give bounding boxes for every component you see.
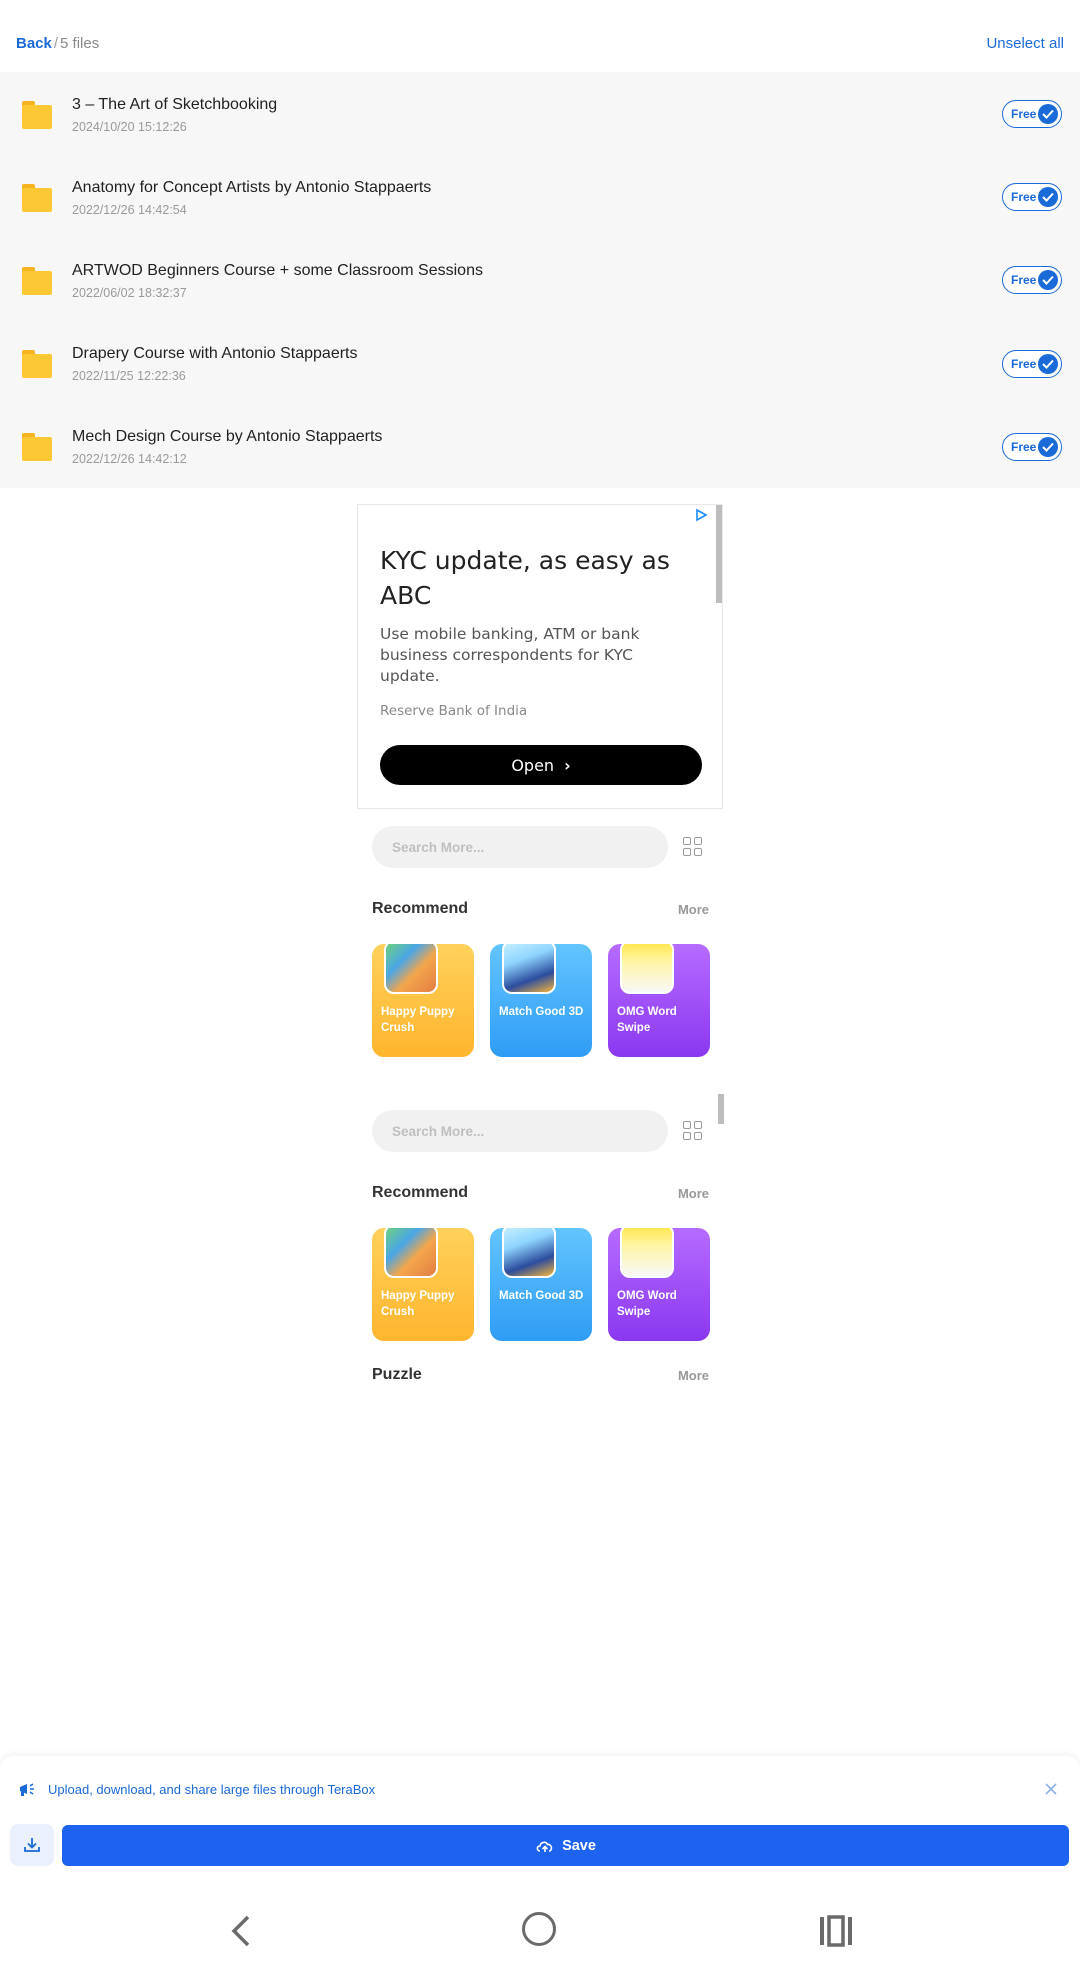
game-thumbnail [620, 944, 674, 994]
puzzle-more-link[interactable]: More [678, 1368, 709, 1383]
file-row[interactable]: Anatomy for Concept Artists by Antonio S… [0, 155, 1080, 238]
check-icon [1038, 436, 1058, 457]
recommend-more-link[interactable]: More [678, 902, 709, 917]
unselect-all-button[interactable]: Unselect all [986, 35, 1064, 52]
free-label: Free [1011, 190, 1037, 205]
breadcrumb-separator: / [53, 34, 59, 52]
game-thumbnail [502, 1228, 556, 1278]
free-select-badge[interactable]: Free [1002, 432, 1062, 461]
recommend-title: Recommend [372, 900, 469, 917]
free-select-badge[interactable]: Free [1002, 100, 1062, 128]
ad-scrollbar[interactable] [716, 505, 722, 603]
file-name: Mech Design Course by Antonio Stappaerts [72, 428, 383, 446]
game-name: Happy Puppy Crush [381, 1006, 455, 1034]
game-card[interactable]: Happy Puppy Crush [372, 944, 474, 1057]
game-card[interactable]: OMG Word Swipe [608, 1228, 710, 1341]
game-name: Happy Puppy Crush [381, 1290, 455, 1318]
download-button[interactable] [10, 1824, 54, 1866]
file-name: Anatomy for Concept Artists by Antonio S… [72, 178, 432, 196]
folder-icon [22, 266, 52, 295]
folder-icon [22, 350, 52, 379]
folder-icon [22, 433, 52, 462]
game-search-input[interactable]: Search More... [372, 826, 668, 868]
file-date: 2024/10/20 15:12:26 [72, 119, 187, 134]
game-search-input[interactable]: Search More... [372, 1110, 668, 1152]
file-name: ARTWOD Beginners Course + some Classroom… [72, 261, 483, 279]
grid-icon[interactable] [683, 1121, 703, 1141]
close-icon[interactable] [1044, 1782, 1058, 1796]
ad-open-button[interactable]: Open › [380, 745, 702, 785]
game-card[interactable]: Match Good 3D [490, 944, 592, 1057]
megaphone-icon [20, 1783, 34, 1796]
game-thumbnail [502, 944, 556, 994]
file-count: 5 files [60, 34, 100, 52]
nav-back-icon[interactable] [228, 1914, 254, 1953]
game-card[interactable]: Happy Puppy Crush [372, 1228, 474, 1341]
game-name: Match Good 3D [499, 1290, 584, 1302]
game-name: OMG Word Swipe [617, 1290, 677, 1318]
file-name: Drapery Course with Antonio Stappaerts [72, 345, 358, 363]
game-card[interactable]: OMG Word Swipe [608, 944, 710, 1057]
nav-home-icon[interactable] [522, 1912, 556, 1946]
bottom-action-panel: Upload, download, and share large files … [0, 1756, 1080, 1880]
save-label: Save [562, 1837, 596, 1854]
grid-icon[interactable] [683, 837, 703, 857]
folder-icon [22, 100, 52, 129]
file-name: 3 – The Art of Sketchbooking [72, 95, 278, 113]
ad-open-label: Open [511, 755, 555, 775]
free-label: Free [1011, 107, 1037, 121]
promo-banner[interactable]: Upload, download, and share large files … [18, 1780, 375, 1798]
ad-card[interactable]: KYC update, as easy as ABC Use mobile ba… [357, 504, 723, 809]
file-date: 2022/06/02 18:32:37 [72, 285, 187, 300]
widget-scrollbar[interactable] [718, 1094, 724, 1124]
free-label: Free [1011, 439, 1037, 454]
free-select-badge[interactable]: Free [1002, 266, 1062, 295]
file-row[interactable]: ARTWOD Beginners Course + some Classroom… [0, 238, 1080, 321]
game-thumbnail [384, 1228, 438, 1278]
file-row[interactable]: Drapery Course with Antonio Stappaerts 2… [0, 322, 1080, 405]
recommend-more-link[interactable]: More [678, 1186, 709, 1201]
game-thumbnail [384, 944, 438, 994]
cloud-upload-icon [536, 1841, 553, 1852]
game-thumbnail [620, 1228, 674, 1278]
ad-body: Use mobile banking, ATM or bank business… [380, 625, 640, 685]
recommend-title: Recommend [372, 1184, 469, 1201]
check-icon [1038, 353, 1058, 374]
game-card[interactable]: Match Good 3D [490, 1228, 592, 1341]
free-select-badge[interactable]: Free [1002, 349, 1062, 378]
check-icon [1038, 187, 1058, 208]
download-icon [24, 1838, 40, 1852]
ad-choices-icon[interactable] [694, 508, 708, 527]
breadcrumb: Back / 5 files [16, 35, 99, 52]
file-row[interactable]: 3 – The Art of Sketchbooking 2024/10/20 … [0, 72, 1080, 155]
folder-icon [22, 183, 52, 212]
nav-recents-icon[interactable] [818, 1914, 854, 1953]
check-icon [1038, 270, 1058, 291]
save-button[interactable]: Save [62, 1825, 1069, 1866]
file-date: 2022/12/26 14:42:54 [72, 202, 187, 217]
free-label: Free [1011, 273, 1037, 288]
game-name: Match Good 3D [499, 1006, 584, 1018]
system-nav-bar [0, 1880, 1080, 1984]
game-name: OMG Word Swipe [617, 1006, 677, 1034]
free-label: Free [1011, 356, 1037, 371]
ad-headline: KYC update, as easy as ABC [380, 546, 670, 610]
check-icon [1038, 104, 1058, 124]
file-row[interactable]: Mech Design Course by Antonio Stappaerts… [0, 405, 1080, 488]
promo-text: Upload, download, and share large files … [48, 1781, 376, 1797]
file-date: 2022/12/26 14:42:12 [72, 452, 187, 467]
file-date: 2022/11/25 12:22:36 [72, 369, 186, 384]
puzzle-title: Puzzle [372, 1366, 422, 1383]
ad-source: Reserve Bank of India [380, 703, 528, 719]
free-select-badge[interactable]: Free [1002, 183, 1062, 212]
file-list: 3 – The Art of Sketchbooking 2024/10/20 … [0, 72, 1080, 488]
screen: Back / 5 files Unselect all 3 – The Art … [0, 0, 1080, 1984]
header-bar: Back / 5 files Unselect all [0, 0, 1080, 72]
chevron-right-icon: › [564, 755, 571, 775]
back-link[interactable]: Back [16, 35, 52, 52]
